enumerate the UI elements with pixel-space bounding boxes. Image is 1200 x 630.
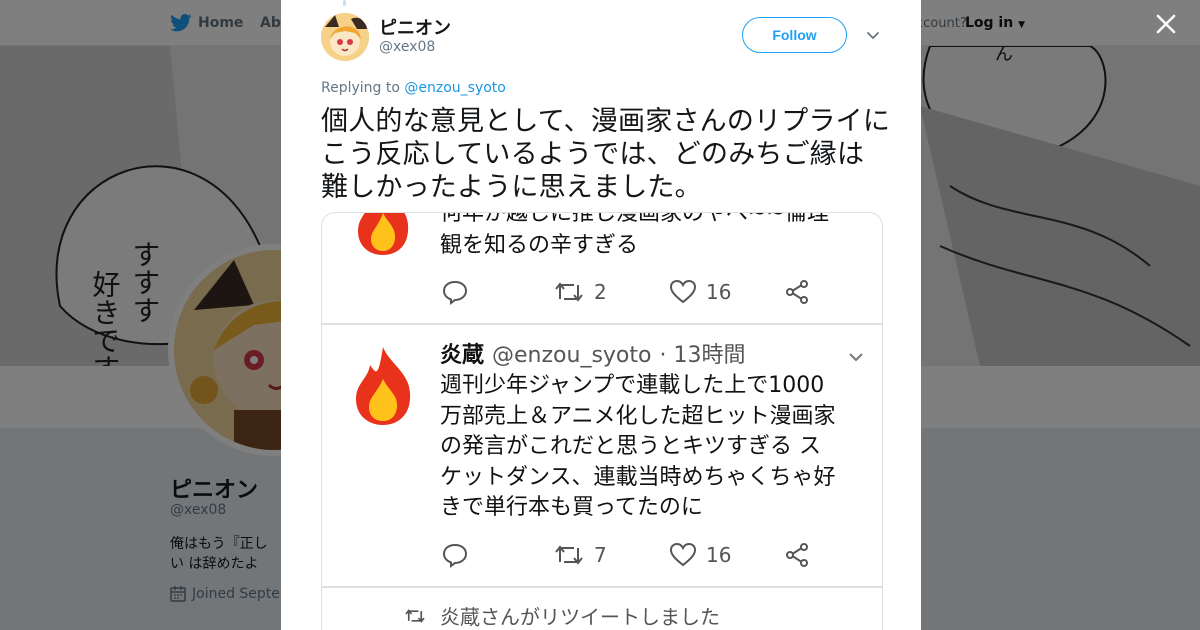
media-like-action-1: 16 <box>670 279 731 305</box>
chevron-down-icon <box>867 32 879 40</box>
fire-avatar-icon <box>356 347 411 425</box>
media-like-action-2: 16 <box>670 542 731 568</box>
media-share-action-1 <box>784 279 810 305</box>
share-icon <box>786 280 808 304</box>
quoted-line-1: 週刊少年ジャンプで連載した上で1000 <box>440 373 825 398</box>
media-retweet-count-1: 2 <box>594 280 607 304</box>
media-retweet-note-text: 炎蔵さんがリツイートしました <box>440 605 720 629</box>
media-divider-1 <box>322 323 882 325</box>
thread-connector-line <box>343 0 346 6</box>
replying-to-link[interactable]: @enzou_syoto <box>404 80 505 96</box>
replying-prefix: Replying to <box>321 80 400 96</box>
heart-icon <box>670 542 696 567</box>
quoted-handle: @enzou_syoto <box>492 343 652 368</box>
media-share-action-2 <box>784 542 810 568</box>
media-retweet-count-2: 7 <box>594 543 607 567</box>
media-retweet-action-1: 2 <box>554 279 607 305</box>
quoted-header: 炎蔵 @enzou_syoto · 13時間 <box>440 341 745 372</box>
tweet-text: 個人的な意見として、漫画家さんのリプライにこう反応しているようでは、どのみちご縁… <box>321 106 891 203</box>
fire-icon <box>358 213 409 255</box>
author-handle[interactable]: @xex08 <box>379 39 435 55</box>
replying-to-line: Replying to @enzou_syoto <box>321 80 506 96</box>
quoted-line-2: 万部売上＆アニメ化した超ヒット漫画家 <box>440 403 836 429</box>
retweet-icon <box>555 545 583 565</box>
tweet-modal: ピニオン @xex08 Follow Replying to @enzou_sy… <box>281 0 921 630</box>
media-retweet-action-2: 7 <box>554 542 607 568</box>
quoted-line-3: の発言がこれだと思うとキツすぎる ス <box>440 434 821 459</box>
quoted-line-4: ケットダンス、連載当時めちゃくちゃ好 <box>440 464 836 490</box>
media-reply-action-2 <box>442 542 468 568</box>
retweet-icon <box>555 282 583 302</box>
retweet-icon <box>405 608 425 623</box>
reply-icon <box>442 280 468 305</box>
follow-button[interactable]: Follow <box>742 17 847 53</box>
media-like-count-1: 16 <box>706 280 732 304</box>
quoted-author: 炎蔵 <box>440 343 485 368</box>
share-icon <box>786 543 808 567</box>
media-top-line-2: 観を知るの辛すぎる <box>440 233 639 258</box>
tweet-options-button[interactable] <box>865 28 881 44</box>
quoted-line-5: きで単行本も買ってたのに <box>440 495 703 520</box>
media-top-line-1: 何年か越しに推し漫画家のやべ~~倫理 <box>440 212 829 226</box>
media-like-count-2: 16 <box>706 543 732 567</box>
heart-icon <box>670 279 696 304</box>
media-divider-2 <box>322 586 882 588</box>
quoted-time: · 13時間 <box>659 343 746 368</box>
media-reply-action-1 <box>442 279 468 305</box>
tweet-media-image[interactable]: 何年か越しに推し漫画家のやべ~~倫理 観を知るの辛すぎる 2 16 炎蔵 @en… <box>321 212 883 630</box>
chevron-down-icon <box>849 353 863 362</box>
reply-icon <box>442 543 468 568</box>
close-icon <box>1156 14 1176 34</box>
media-retweet-note: 炎蔵さんがリツイートしました <box>404 601 720 630</box>
close-button[interactable] <box>1152 10 1180 38</box>
author-name[interactable]: ピニオン <box>379 14 451 40</box>
author-avatar[interactable] <box>321 13 369 61</box>
